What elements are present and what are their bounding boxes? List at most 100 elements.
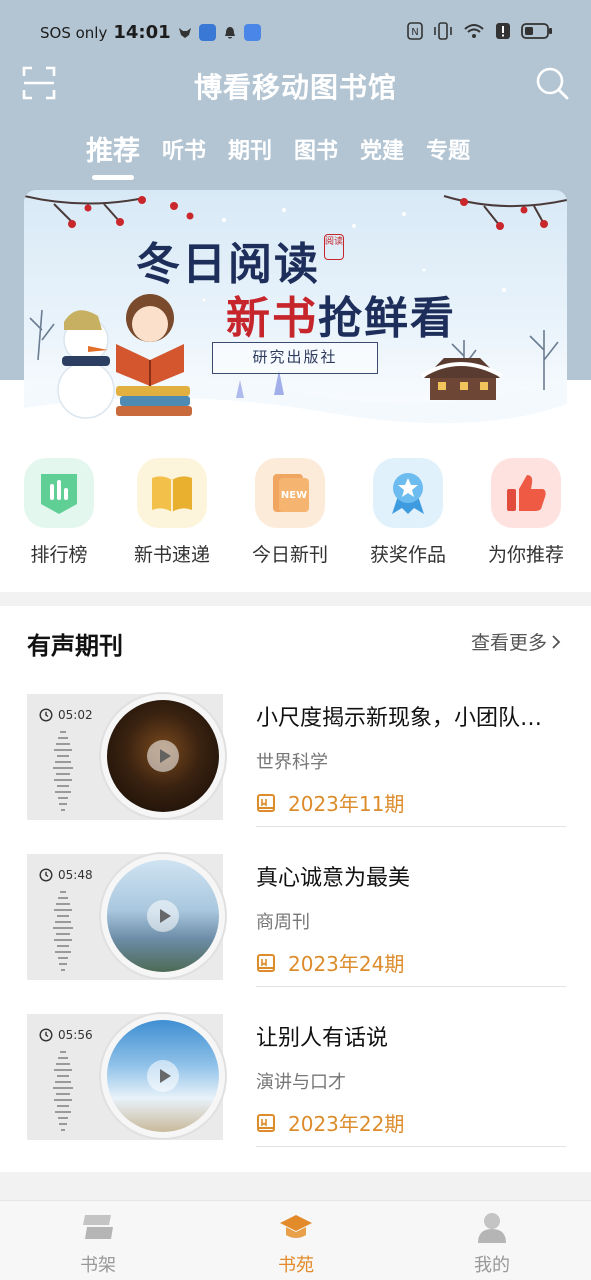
duration-badge: 05:56 [39,1028,93,1042]
sound-wave-icon [53,891,73,971]
item-issue: 2023年22期 [256,1108,404,1137]
magazine-cover-image [107,1020,219,1132]
audio-cover[interactable]: 05:48 [27,854,225,980]
cover-disc [101,854,225,978]
app-title: 博看移动图书馆 [193,71,397,104]
audio-list-item[interactable]: 05:56 让别人有话说 演讲与口才 2023年22期 [0,1014,591,1174]
quick-item-award-works[interactable]: 获奖作品 [356,458,460,567]
quick-item-label: 今日新刊 [251,544,328,566]
nav-label: 书苑 [278,1255,314,1276]
divider [256,826,566,827]
carrier-text: SOS only [40,23,108,42]
duration-badge: 05:48 [39,868,93,882]
duration-text: 05:56 [58,1028,93,1042]
clock-icon [39,708,53,722]
tab-recommend[interactable]: 推荐 [86,132,140,180]
search-icon[interactable] [535,66,569,100]
clock-icon [39,868,53,882]
shield-app-icon [198,24,216,41]
tab-party-building[interactable]: 党建 [360,132,404,176]
issue-text: 2023年22期 [288,1112,405,1136]
quick-item-new-books[interactable]: 新书速递 [120,458,224,567]
cover-disc [101,1014,225,1138]
play-icon[interactable] [147,900,179,932]
magazine-icon [257,1113,275,1132]
tab-topics[interactable]: 专题 [426,132,470,176]
quick-item-rankings[interactable]: 排行榜 [7,458,111,567]
user-icon [478,1213,506,1243]
view-more-link[interactable]: 查看更多 [471,628,561,655]
alert-icon [496,23,510,39]
vibrate-icon [434,22,452,40]
wifi-icon [464,24,484,38]
audio-list-item[interactable]: 05:48 真心诚意为最美 商周刊 2023年24期 [0,854,591,1014]
quick-item-label: 新书速递 [133,544,210,566]
quick-item-label: 获奖作品 [369,544,446,566]
item-title[interactable]: 让别人有话说 [256,1020,566,1052]
fox-app-icon [178,27,191,38]
nav-label: 我的 [474,1255,510,1276]
divider [256,1146,566,1147]
tab-books[interactable]: 图书 [294,132,338,176]
duration-text: 05:48 [58,868,93,882]
view-more-label: 查看更多 [470,632,547,654]
bell-icon [224,26,235,38]
nfc-icon: N [407,22,423,40]
bookshelf-icon [83,1215,113,1239]
svg-text:NEW: NEW [281,490,307,501]
new-magazine-icon: NEW [255,458,325,528]
magazine-icon [257,793,275,812]
status-bar: SOS only 14:01 N [0,18,591,48]
category-tabs: 推荐 听书 期刊 图书 党建 专题 [86,132,470,182]
play-icon[interactable] [147,740,179,772]
duration-text: 05:02 [58,708,93,722]
item-title[interactable]: 小尺度揭示新现象，小团队… [256,700,566,732]
section-title: 有声期刊 [27,632,123,660]
tab-audiobooks[interactable]: 听书 [162,132,206,176]
audio-cover[interactable]: 05:56 [27,1014,225,1140]
quick-item-recommend-for-you[interactable]: 为你推荐 [474,458,578,567]
magazine-cover-image [107,860,219,972]
nav-profile[interactable]: 我的 [432,1211,552,1277]
clock-icon [39,1028,53,1042]
duration-badge: 05:02 [39,708,93,722]
bottom-nav: 书架 书苑 我的 [0,1200,591,1280]
item-source: 商周刊 [256,912,310,933]
cover-disc [101,694,225,818]
quick-menu: 排行榜 新书速递 NEW 今日新刊 获奖作品 为你推荐 [0,458,591,578]
nav-bookshelf[interactable]: 书架 [38,1211,158,1277]
magazine-icon [257,953,275,972]
open-book-icon [137,458,207,528]
quick-item-new-issues[interactable]: NEW 今日新刊 [238,458,342,567]
promo-banner[interactable]: 冬日阅读 阅读 新书抢鲜看 研究出版社 [24,190,567,438]
banner-subheadline: 新书抢鲜看 [226,282,456,346]
award-medal-icon [373,458,443,528]
audio-magazines-section: 有声期刊 查看更多 05:02 小尺度揭示新现象，小团队… 世界科学 2023年… [0,606,591,1172]
item-issue: 2023年24期 [256,948,404,977]
banner-subheadline-red: 新书 [226,293,318,344]
audio-list-item[interactable]: 05:02 小尺度揭示新现象，小团队… 世界科学 2023年11期 [0,694,591,854]
svg-text:N: N [411,27,418,38]
graduation-cap-icon [280,1215,312,1238]
chart-bars-icon [24,458,94,528]
tab-magazines[interactable]: 期刊 [228,132,272,176]
divider [256,986,566,987]
nav-label: 书架 [80,1255,116,1276]
audio-cover[interactable]: 05:02 [27,694,225,820]
issue-text: 2023年24期 [288,952,405,976]
banner-subheadline-rest: 抢鲜看 [318,293,456,344]
banner-seal: 阅读 [324,234,344,260]
item-title[interactable]: 真心诚意为最美 [256,860,566,892]
thumbs-up-icon [491,458,561,528]
app-header: 博看移动图书馆 [0,60,591,110]
sound-wave-icon [53,1051,73,1131]
item-source: 世界科学 [256,752,328,773]
item-source: 演讲与口才 [256,1072,346,1093]
clock-time: 14:01 [113,22,171,43]
chevron-right-icon [552,634,561,649]
banner-publisher: 研究出版社 [212,342,378,374]
nav-book-garden[interactable]: 书苑 [236,1211,356,1277]
issue-text: 2023年11期 [288,792,405,816]
play-icon[interactable] [147,1060,179,1092]
sound-wave-icon [53,731,73,811]
